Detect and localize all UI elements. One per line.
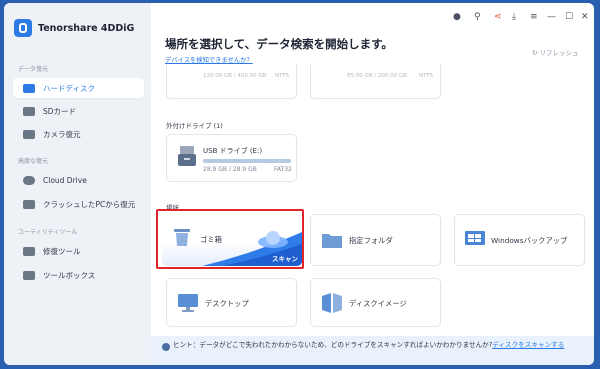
- maximize-icon[interactable]: ☐: [565, 12, 573, 22]
- location-label: 指定フォルダ: [349, 236, 393, 245]
- location-label: デスクトップ: [205, 299, 249, 308]
- external-section-title: 外付けドライブ (1): [166, 122, 223, 130]
- desktop-icon: [178, 294, 198, 312]
- usb-drive-name: USB ドライブ (E:): [203, 147, 263, 155]
- sidebar-item-label: 修復ツール: [43, 246, 81, 256]
- drive-size: 120.00 GB / 400.00 GB: [203, 73, 267, 79]
- usb-drive-size: 28.9 GB / 28.9 GB: [203, 166, 257, 173]
- location-specific-folder[interactable]: 指定フォルダ: [310, 214, 441, 266]
- hint-bar: ヒント：データがどこで失われたかわからないため、どのドライブをスキャンすればよい…: [151, 336, 594, 365]
- logo-icon: [14, 19, 32, 37]
- sidebar-item-label: Cloud Drive: [43, 175, 87, 185]
- sidebar-item-label: ツールボックス: [43, 270, 96, 280]
- hint-text-block: ヒント：データがどこで失われたかわからないため、どのドライブをスキャンすればよい…: [173, 340, 583, 351]
- repair-icon: [23, 246, 35, 256]
- usb-drive-card[interactable]: USB ドライブ (E:) 28.9 GB / 28.9 GB FAT32: [166, 134, 297, 182]
- refresh-button[interactable]: ↻ リフレッシュ: [532, 47, 579, 57]
- close-icon[interactable]: ✕: [581, 12, 589, 22]
- drive-fs: NTFS: [275, 73, 290, 79]
- usb-drive-fs: FAT32: [274, 166, 292, 173]
- location-label: ディスクイメージ: [349, 299, 407, 308]
- sidebar-item-label: クラッシュしたPCから復元: [43, 199, 136, 209]
- location-desktop[interactable]: デスクトップ: [166, 278, 297, 327]
- disk-image-icon: [322, 293, 342, 313]
- drive-card[interactable]: 85.00 GB / 200.00 GB NTFS: [310, 65, 441, 99]
- sidebar-item-label: カメラ復元: [43, 129, 81, 139]
- selection-highlight: [156, 209, 304, 269]
- tools-icon[interactable]: ⚲: [474, 12, 481, 22]
- app-window: Tenorshare 4DDiG データ復元 ハードディスク SDカード カメラ…: [4, 3, 594, 365]
- section-title-data-recovery: データ復元: [18, 66, 49, 73]
- refresh-icon: ↻: [532, 49, 540, 57]
- menu-icon[interactable]: ≡: [530, 12, 538, 22]
- refresh-label: リフレッシュ: [539, 49, 579, 57]
- sidebar-item-cloud-drive[interactable]: Cloud Drive: [13, 170, 144, 190]
- section-title-advanced: 高度な復元: [18, 158, 49, 165]
- usb-usage-bar: [203, 159, 291, 163]
- download-icon[interactable]: ⤓: [512, 12, 516, 22]
- sidebar-item-label: SDカード: [43, 106, 77, 116]
- drive-card[interactable]: 120.00 GB / 400.00 GB NTFS: [166, 65, 297, 99]
- usb-usage-fill: [203, 159, 291, 163]
- app-logo: Tenorshare 4DDiG: [14, 19, 134, 37]
- sd-card-icon: [23, 106, 35, 116]
- main-panel: ● ⚲ ⋖ ⤓ ≡ — ☐ ✕ 場所を選択して、データ検索を開始します。 デバイ…: [151, 3, 594, 365]
- cloud-icon: [23, 175, 35, 185]
- section-title-utilities: ユーティリティツール: [18, 229, 78, 236]
- sidebar-item-hard-disk[interactable]: ハードディスク: [13, 78, 144, 98]
- folder-icon: [322, 234, 342, 248]
- sidebar-item-label: ハードディスク: [43, 83, 95, 93]
- windows-backup-icon: [465, 231, 485, 245]
- location-label: Windowsバックアップ: [491, 236, 568, 245]
- sidebar-item-repair[interactable]: 修復ツール: [13, 241, 144, 261]
- hard-disk-icon: [23, 83, 35, 93]
- assistant-icon[interactable]: ●: [453, 12, 461, 22]
- info-icon: [162, 343, 170, 351]
- location-windows-backup[interactable]: Windowsバックアップ: [454, 214, 585, 266]
- app-name: Tenorshare 4DDiG: [38, 22, 135, 34]
- page-title: 場所を選択して、データ検索を開始します。: [165, 37, 393, 51]
- hint-text: ヒント：データがどこで失われたかわからないため、どのドライブをスキャンすればよい…: [173, 341, 493, 349]
- scan-disk-link[interactable]: ディスクをスキャンする: [492, 341, 564, 349]
- drive-size: 85.00 GB / 200.00 GB: [347, 73, 407, 79]
- drive-fs: NTFS: [419, 73, 434, 79]
- sidebar-item-camera[interactable]: カメラ復元: [13, 124, 144, 144]
- detect-device-link[interactable]: デバイスを検知できませんか？: [165, 55, 253, 64]
- toolbox-icon: [23, 270, 35, 280]
- camera-icon: [23, 129, 35, 139]
- location-disk-image[interactable]: ディスクイメージ: [310, 278, 441, 327]
- usb-drive-icon: [178, 146, 196, 166]
- minimize-icon[interactable]: —: [547, 12, 556, 22]
- share-icon[interactable]: ⋖: [494, 12, 502, 22]
- sidebar-item-toolbox[interactable]: ツールボックス: [13, 265, 144, 285]
- crashed-pc-icon: [23, 199, 35, 209]
- sidebar-item-crashed-pc[interactable]: クラッシュしたPCから復元: [13, 194, 144, 214]
- sidebar: Tenorshare 4DDiG データ復元 ハードディスク SDカード カメラ…: [4, 3, 151, 365]
- sidebar-item-sd-card[interactable]: SDカード: [13, 101, 144, 121]
